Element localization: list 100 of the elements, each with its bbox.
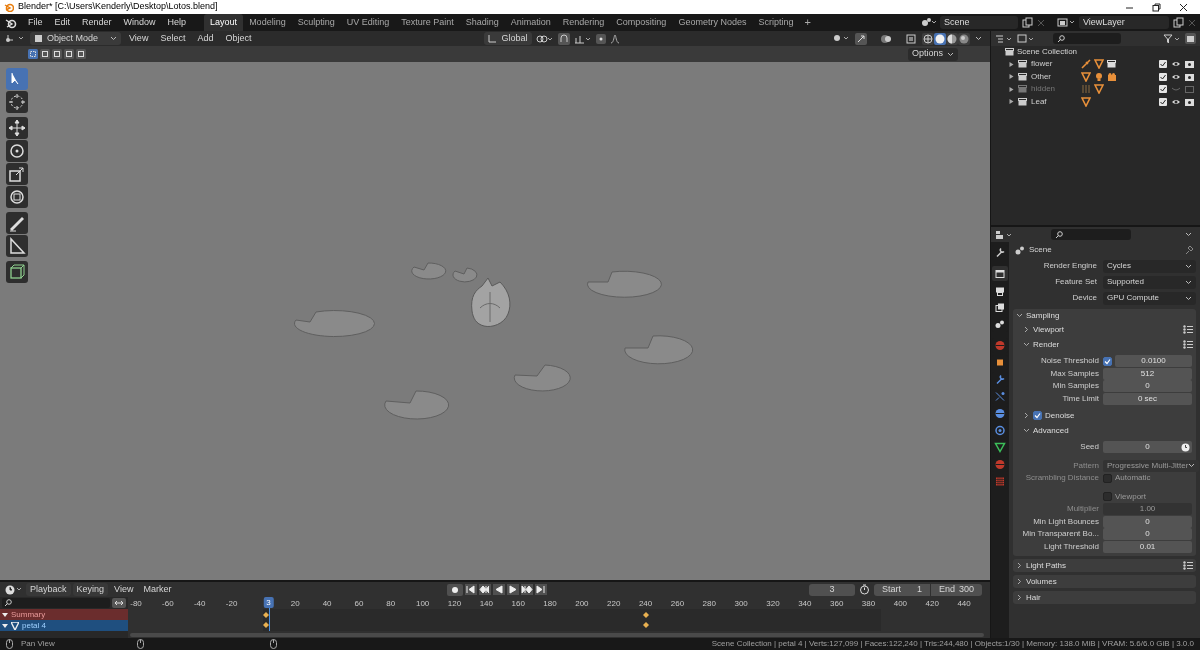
overlay-icon[interactable] xyxy=(880,32,892,45)
caret-icon[interactable] xyxy=(975,36,982,41)
search-field[interactable] xyxy=(1051,229,1131,240)
presets-icon[interactable] xyxy=(1183,325,1193,334)
filter-icon[interactable] xyxy=(1163,33,1181,44)
select-mode-icon[interactable] xyxy=(64,49,74,59)
menu-item[interactable]: Object xyxy=(221,31,256,46)
collapsed-chevron-icon[interactable] xyxy=(1016,578,1023,585)
transform-tool-icon[interactable] xyxy=(6,186,28,208)
checkbox-checked-icon[interactable] xyxy=(1159,60,1167,69)
select-mode-icon[interactable] xyxy=(28,49,38,59)
shading-mode-icon[interactable] xyxy=(934,32,946,45)
panel-title[interactable]: Denoise xyxy=(1045,409,1075,422)
eye-icon[interactable] xyxy=(1171,60,1181,69)
current-frame-field[interactable]: 3 xyxy=(809,583,855,596)
select-tool-icon[interactable] xyxy=(6,68,28,90)
menu-item[interactable]: Add xyxy=(193,31,218,46)
number-field[interactable]: 0 xyxy=(1103,528,1192,541)
eye-icon[interactable] xyxy=(1171,97,1181,106)
annotate-tool-icon[interactable] xyxy=(6,212,28,234)
collapsed-triangle-icon[interactable] xyxy=(1009,61,1014,67)
view-layer-field[interactable]: ViewLayer xyxy=(1079,16,1169,29)
current-frame-marker[interactable]: 3 xyxy=(263,597,274,608)
expanded-chevron-icon[interactable] xyxy=(1023,427,1030,434)
shading-mode-icon[interactable] xyxy=(958,32,970,45)
world-tab-icon[interactable] xyxy=(992,338,1008,353)
start-frame-field[interactable]: Start 1 xyxy=(874,582,930,597)
xray-icon[interactable] xyxy=(905,32,917,45)
data-tab-icon[interactable] xyxy=(992,440,1008,455)
shading-mode-icon[interactable] xyxy=(946,32,958,45)
workspace-tab[interactable]: Texture Paint xyxy=(395,14,460,31)
checkbox-checked-icon[interactable] xyxy=(1033,411,1042,420)
checkbox-checked-icon[interactable] xyxy=(1159,85,1167,94)
shading-mode-icon[interactable] xyxy=(922,32,934,45)
panel-title[interactable]: Advanced xyxy=(1033,424,1069,437)
dropdown[interactable]: Supported xyxy=(1103,275,1196,289)
filter-view-icon[interactable] xyxy=(1017,33,1035,44)
swap-icon[interactable] xyxy=(112,598,126,608)
keyframe-icon[interactable] xyxy=(262,622,269,628)
physics-tab-icon[interactable] xyxy=(992,406,1008,421)
panel-title[interactable]: Render xyxy=(1033,338,1060,351)
clock-icon[interactable] xyxy=(1181,442,1190,452)
jump-start-icon[interactable] xyxy=(465,584,478,595)
options-dropdown[interactable]: Options xyxy=(907,47,958,61)
number-field[interactable]: 0 xyxy=(1103,441,1192,454)
editor-type-icon[interactable] xyxy=(4,33,26,44)
workspace-tab[interactable]: Animation xyxy=(504,14,557,31)
expanded-chevron-icon[interactable] xyxy=(1016,312,1023,319)
workspace-tab[interactable]: Compositing xyxy=(610,14,673,31)
number-field[interactable]: 0 xyxy=(1103,515,1192,528)
menu-item[interactable]: Marker xyxy=(139,582,176,597)
collapsed-triangle-icon[interactable] xyxy=(1009,99,1014,105)
record-icon[interactable] xyxy=(447,583,464,596)
panel-title[interactable]: Light Paths xyxy=(1026,559,1067,572)
menu-item[interactable]: View xyxy=(125,31,153,46)
select-mode-icon[interactable] xyxy=(40,49,50,59)
number-field[interactable]: 0.0100 xyxy=(1115,355,1192,368)
material-tab-icon[interactable] xyxy=(992,457,1008,472)
scene-icon[interactable] xyxy=(920,17,936,28)
menu-item[interactable]: File xyxy=(22,15,49,30)
copy-icon[interactable] xyxy=(1022,17,1033,28)
scene-field[interactable]: Scene xyxy=(940,16,1018,29)
snap-target-icon[interactable] xyxy=(574,33,593,44)
view-layer-icon[interactable] xyxy=(1057,17,1075,28)
number-field[interactable]: 0.01 xyxy=(1103,540,1192,553)
constraints-tab-icon[interactable] xyxy=(992,423,1008,438)
number-field[interactable]: 0 sec xyxy=(1103,392,1192,405)
select-mode-icon[interactable] xyxy=(52,49,62,59)
close-icon[interactable] xyxy=(1179,2,1188,12)
panel-title[interactable]: Volumes xyxy=(1026,575,1057,588)
add-workspace-button[interactable]: + xyxy=(799,14,816,31)
outliner-row[interactable]: Scene Collection xyxy=(991,46,1200,58)
collapsed-chevron-icon[interactable] xyxy=(1023,412,1030,419)
next-keyframe-icon[interactable] xyxy=(521,584,534,595)
menu-item[interactable]: Edit xyxy=(48,15,77,30)
panel-title[interactable]: Viewport xyxy=(1033,323,1064,336)
pin-icon[interactable] xyxy=(1184,245,1194,255)
workspace-tab[interactable]: UV Editing xyxy=(340,14,396,31)
caret-icon[interactable] xyxy=(1185,232,1192,237)
end-frame-field[interactable]: End 300 xyxy=(930,582,982,597)
gizmo-icon[interactable] xyxy=(855,32,867,45)
eye-icon[interactable] xyxy=(1171,72,1181,81)
keyframe-icon[interactable] xyxy=(643,612,650,618)
outliner-row[interactable]: Other xyxy=(991,70,1200,83)
link-icon[interactable] xyxy=(536,33,555,44)
menu-item[interactable]: Keying xyxy=(72,582,109,597)
workspace-tab[interactable]: Sculpting xyxy=(291,14,341,31)
move-tool-icon[interactable] xyxy=(6,117,28,139)
dropdown[interactable]: Cycles xyxy=(1103,259,1196,273)
mode-dropdown[interactable]: Object Mode xyxy=(30,32,122,45)
clock-icon[interactable] xyxy=(4,584,24,595)
workspace-tab[interactable]: Rendering xyxy=(556,14,611,31)
menu-item[interactable]: Playback xyxy=(26,582,71,597)
workspace-tab[interactable]: Shading xyxy=(459,14,505,31)
number-field[interactable]: 512 xyxy=(1103,367,1192,380)
select-mode-icon[interactable] xyxy=(76,49,86,59)
presets-icon[interactable] xyxy=(1183,561,1193,570)
menu-item[interactable]: View xyxy=(110,582,138,597)
add-cube-tool-icon[interactable] xyxy=(6,261,28,283)
proportional-edit-icon[interactable] xyxy=(596,33,607,44)
